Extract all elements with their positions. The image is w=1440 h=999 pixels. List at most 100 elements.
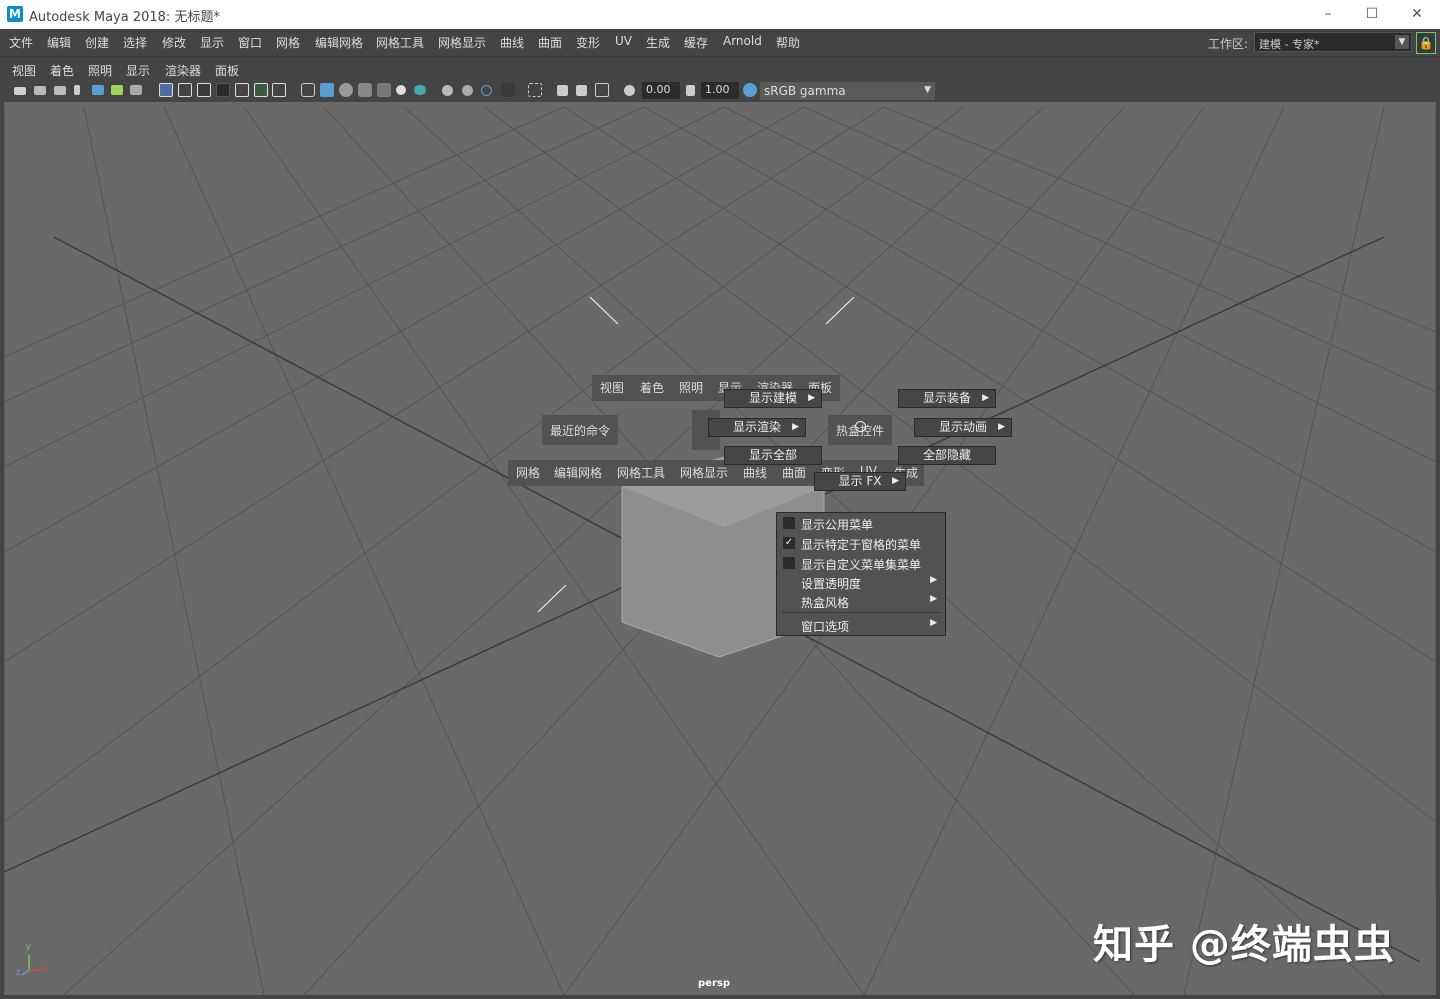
- menu-edit-mesh[interactable]: 编辑网格: [315, 34, 363, 51]
- menu-modify[interactable]: 修改: [162, 34, 186, 51]
- anti-aliasing-icon[interactable]: [481, 85, 492, 96]
- isolate-select-icon[interactable]: [528, 83, 542, 97]
- menu-windows[interactable]: 窗口: [238, 34, 262, 51]
- bookmark-icon[interactable]: [74, 85, 80, 95]
- workspace-select[interactable]: 建模 - 专家* ▼: [1254, 32, 1412, 52]
- menu-cache[interactable]: 缓存: [684, 34, 708, 51]
- menu-item-label: 设置透明度: [801, 577, 862, 591]
- close-button[interactable]: ✕: [1407, 4, 1427, 24]
- light-icon[interactable]: [396, 85, 406, 95]
- shadows-icon[interactable]: [414, 85, 426, 95]
- safe-action-icon[interactable]: [254, 83, 268, 97]
- safe-title-icon[interactable]: [272, 83, 286, 97]
- perspective-viewport[interactable]: y x z: [4, 102, 1436, 995]
- axis-z-label: z: [16, 968, 21, 977]
- show-fx-button[interactable]: 显示 FX ▶: [814, 472, 906, 491]
- hotbox-edit-mesh[interactable]: 编辑网格: [546, 460, 610, 485]
- grid-icon[interactable]: [159, 83, 173, 97]
- x-ray-joints-icon[interactable]: [595, 83, 609, 97]
- exposure-field[interactable]: 0.00: [642, 82, 680, 99]
- show-rendering-button[interactable]: 显示渲染 ▶: [708, 418, 806, 437]
- submenu-arrow-icon: ▶: [998, 422, 1005, 432]
- menu-create[interactable]: 创建: [85, 34, 109, 51]
- minimize-button[interactable]: –: [1318, 4, 1338, 24]
- menu-file[interactable]: 文件: [9, 34, 33, 51]
- camera-attributes-icon[interactable]: [34, 86, 46, 95]
- panel-menu-shading[interactable]: 着色: [50, 62, 74, 79]
- hide-all-button[interactable]: 全部隐藏: [898, 446, 996, 465]
- resolution-gate-icon[interactable]: [197, 83, 211, 97]
- textured-icon[interactable]: [377, 83, 391, 97]
- screen-space-ao-icon[interactable]: [442, 85, 453, 96]
- hotbox-mesh[interactable]: 网格: [508, 460, 548, 485]
- submenu-arrow-icon: ▶: [930, 594, 937, 604]
- gamma-field[interactable]: 1.00: [701, 82, 739, 99]
- menu-display[interactable]: 显示: [200, 34, 224, 51]
- hotbox-shading[interactable]: 着色: [632, 375, 672, 400]
- menu-arnold[interactable]: Arnold: [723, 34, 762, 48]
- menu-item-show-custom-menuset[interactable]: 显示自定义菜单集菜单: [777, 553, 945, 573]
- use-default-material-icon[interactable]: [339, 83, 353, 97]
- maya-logo-icon: M: [7, 6, 23, 22]
- panel-menu-renderer[interactable]: 渲染器: [165, 62, 201, 79]
- motion-blur-icon[interactable]: [462, 85, 473, 96]
- lock-icon[interactable]: 🔒: [1416, 32, 1436, 54]
- menu-surfaces[interactable]: 曲面: [538, 34, 562, 51]
- wireframe-icon[interactable]: [301, 83, 315, 97]
- menu-item-window-options[interactable]: 窗口选项 ▶: [777, 615, 945, 635]
- hotbox-recent-commands[interactable]: 最近的命令: [542, 415, 619, 445]
- smooth-shade-icon[interactable]: [320, 83, 334, 97]
- menu-item-show-common[interactable]: 显示公用菜单: [777, 513, 945, 533]
- menu-generate[interactable]: 生成: [646, 34, 670, 51]
- grease-pencil-icon[interactable]: [130, 85, 142, 95]
- wireframe-on-shaded-icon[interactable]: [358, 83, 372, 97]
- hotbox-lighting[interactable]: 照明: [671, 375, 711, 400]
- menu-item-hotbox-style[interactable]: 热盒风格 ▶: [777, 591, 945, 611]
- maximize-button[interactable]: ☐: [1362, 4, 1382, 24]
- show-animation-button[interactable]: 显示动画 ▶: [914, 418, 1012, 437]
- image-plane-icon[interactable]: [92, 85, 104, 95]
- axis-x-label: x: [43, 964, 48, 973]
- hotbox-view[interactable]: 视图: [592, 375, 632, 400]
- panel-menu-view[interactable]: 视图: [12, 62, 36, 79]
- field-chart-icon[interactable]: [235, 83, 249, 97]
- colorspace-select[interactable]: sRGB gamma ▼: [760, 82, 935, 100]
- camera-icon[interactable]: [14, 87, 26, 95]
- menu-mesh-display[interactable]: 网格显示: [438, 34, 486, 51]
- checkmark-icon[interactable]: ✓: [783, 537, 795, 549]
- gate-mask-icon[interactable]: [216, 83, 230, 97]
- x-ray-icon[interactable]: [557, 85, 568, 96]
- panel-menu-show[interactable]: 显示: [126, 62, 150, 79]
- menu-deform[interactable]: 变形: [576, 34, 600, 51]
- show-rigging-button[interactable]: 显示装备 ▶: [898, 389, 996, 408]
- panel-menu-panels[interactable]: 面板: [215, 62, 239, 79]
- menu-mesh[interactable]: 网格: [276, 34, 300, 51]
- show-all-button[interactable]: 显示全部: [724, 446, 822, 465]
- viewport-grid: [4, 106, 1436, 995]
- checkbox-unchecked-icon[interactable]: [783, 557, 795, 569]
- x-ray-active-icon[interactable]: [576, 85, 587, 96]
- show-modeling-button[interactable]: 显示建模 ▶: [724, 389, 822, 408]
- menu-edit[interactable]: 编辑: [47, 34, 71, 51]
- panel-menu-lighting[interactable]: 照明: [88, 62, 112, 79]
- film-gate-icon[interactable]: [178, 83, 192, 97]
- menu-select[interactable]: 选择: [123, 34, 147, 51]
- menu-item-set-transparency[interactable]: 设置透明度 ▶: [777, 572, 945, 592]
- gamma-icon[interactable]: [686, 85, 695, 96]
- workspace-value: 建模 - 专家*: [1259, 38, 1320, 51]
- menu-curves[interactable]: 曲线: [500, 34, 524, 51]
- show-fx-label: 显示 FX: [838, 474, 882, 488]
- workspace-label: 工作区:: [1208, 37, 1249, 51]
- hotbox-mesh-tools[interactable]: 网格工具: [609, 460, 673, 485]
- exposure-icon[interactable]: [624, 85, 635, 96]
- menu-uv[interactable]: UV: [615, 34, 632, 48]
- menu-item-show-pane-specific[interactable]: ✓ 显示特定于窗格的菜单: [777, 533, 945, 553]
- menu-mesh-tools[interactable]: 网格工具: [376, 34, 424, 51]
- submenu-arrow-icon: ▶: [930, 575, 937, 585]
- checkbox-unchecked-icon[interactable]: [783, 517, 795, 529]
- two-d-pan-icon[interactable]: [111, 85, 123, 95]
- color-management-icon[interactable]: [743, 83, 757, 97]
- depth-of-field-icon[interactable]: [501, 83, 515, 97]
- camera-bookmark-icon[interactable]: [54, 86, 66, 95]
- menu-help[interactable]: 帮助: [776, 34, 800, 51]
